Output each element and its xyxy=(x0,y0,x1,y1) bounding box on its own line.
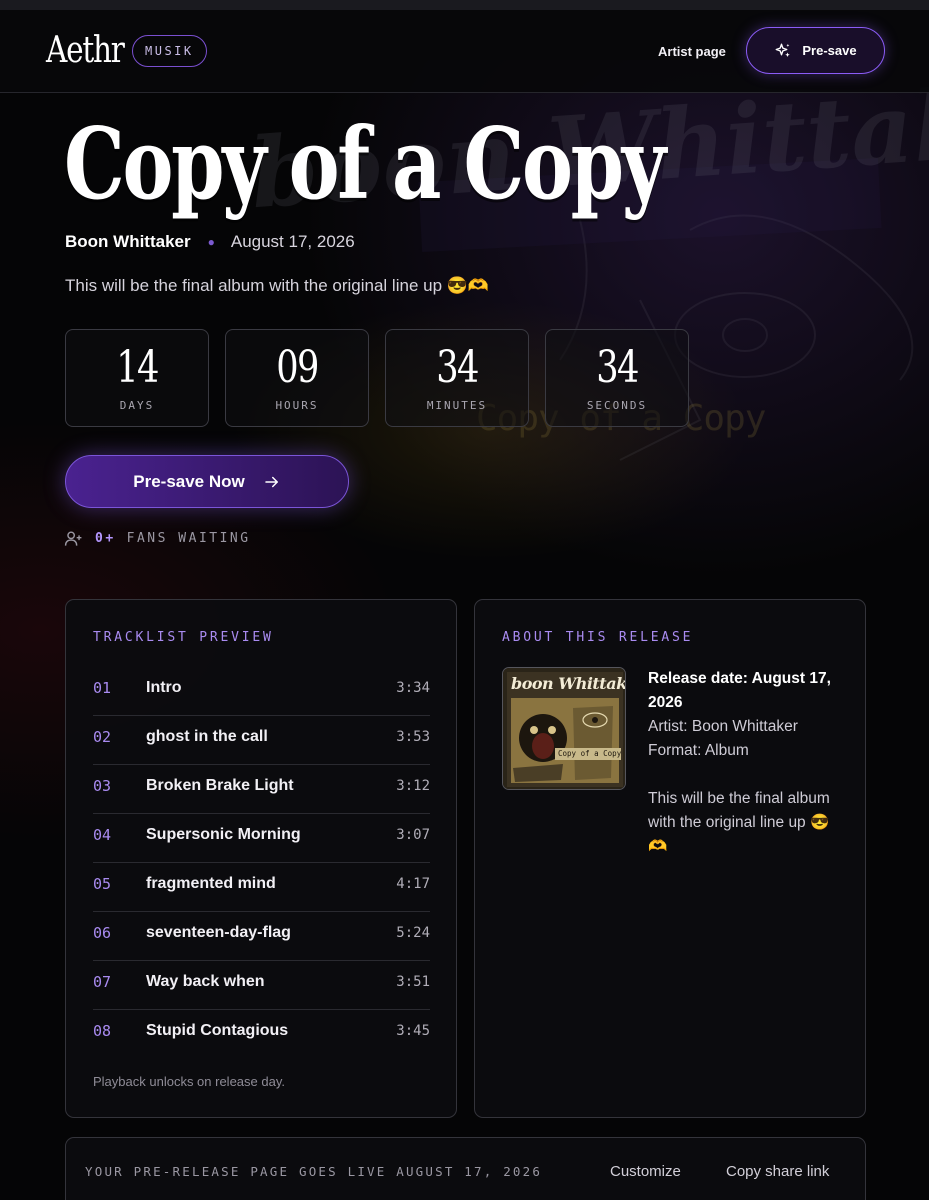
track-name: Intro xyxy=(146,679,182,696)
customize-link[interactable]: Customize xyxy=(610,1163,681,1180)
track-number: 07 xyxy=(93,973,112,991)
track-name: fragmented mind xyxy=(146,875,276,892)
track-name: Way back when xyxy=(146,973,265,990)
track-duration: 5:24 xyxy=(396,925,430,941)
musik-badge: MUSIK xyxy=(132,35,207,67)
countdown-minutes-value: 34 xyxy=(436,342,479,393)
countdown-hours-unit: HOURS xyxy=(275,399,319,412)
track-number: 08 xyxy=(93,1022,112,1040)
countdown-seconds-unit: SECONDS xyxy=(586,399,648,412)
track-row: 05 fragmented mind 4:17 xyxy=(93,863,430,912)
top-strip xyxy=(0,0,929,10)
footer-bar: YOUR PRE-RELEASE PAGE GOES LIVE AUGUST 1… xyxy=(65,1137,866,1200)
album-cover-brand: boon Whittaker xyxy=(511,674,626,693)
presave-now-button[interactable]: Pre-save Now xyxy=(65,455,349,508)
album-cover-title: Copy of a Copy xyxy=(558,749,622,758)
header-presave-label: Pre-save xyxy=(802,43,857,58)
about-info: Release date: August 17, 2026 Artist: Bo… xyxy=(648,667,838,859)
copy-share-link[interactable]: Copy share link xyxy=(726,1163,829,1180)
track-duration: 3:51 xyxy=(396,974,430,990)
artist-name: Boon Whittaker xyxy=(65,232,191,251)
track-duration: 3:53 xyxy=(396,729,430,745)
countdown-minutes-unit: MINUTES xyxy=(426,399,488,412)
countdown-minutes: 34 MINUTES xyxy=(385,329,529,427)
track-number: 02 xyxy=(93,728,112,746)
tracklist-title: TRACKLIST PREVIEW xyxy=(93,630,274,645)
arrow-right-icon xyxy=(265,476,278,487)
countdown-seconds-value: 34 xyxy=(596,342,639,393)
about-format: Format: Album xyxy=(648,742,749,759)
release-meta: Boon Whittaker ● August 17, 2026 xyxy=(65,232,355,252)
user-plus-icon xyxy=(64,531,82,546)
presave-now-label: Pre-save Now xyxy=(133,471,245,491)
track-duration: 3:45 xyxy=(396,1023,430,1039)
fans-count: 0+ xyxy=(95,531,116,546)
release-description: This will be the final album with the or… xyxy=(65,276,490,295)
track-name: Broken Brake Light xyxy=(146,777,294,794)
track-number: 01 xyxy=(93,679,112,697)
header-presave-button[interactable]: Pre-save xyxy=(746,27,885,74)
track-name: Supersonic Morning xyxy=(146,826,301,843)
about-spacer xyxy=(648,763,838,787)
countdown-hours-value: 09 xyxy=(276,342,319,393)
track-row: 08 Stupid Contagious 3:45 xyxy=(93,1010,430,1059)
track-row: 06 seventeen-day-flag 5:24 xyxy=(93,912,430,961)
about-release-date: Release date: August 17, 2026 xyxy=(648,670,831,711)
track-duration: 3:07 xyxy=(396,827,430,843)
about-artist: Artist: Boon Whittaker xyxy=(648,718,798,735)
track-row: 07 Way back when 3:51 xyxy=(93,961,430,1010)
playback-unlock-note: Playback unlocks on release day. xyxy=(93,1074,285,1089)
separator-dot: ● xyxy=(207,235,215,249)
track-row: 04 Supersonic Morning 3:07 xyxy=(93,814,430,863)
track-number: 05 xyxy=(93,875,112,893)
artist-page-link[interactable]: Artist page xyxy=(658,44,726,59)
fans-label: FANS WAITING xyxy=(126,531,251,546)
track-name: Stupid Contagious xyxy=(146,1022,289,1039)
goes-live-text: YOUR PRE-RELEASE PAGE GOES LIVE AUGUST 1… xyxy=(85,1164,543,1179)
track-duration: 3:34 xyxy=(396,680,430,696)
tracklist-card: TRACKLIST PREVIEW 01 Intro 3:34 02 ghost… xyxy=(65,599,457,1118)
track-number: 04 xyxy=(93,826,112,844)
countdown-hours: 09 HOURS xyxy=(225,329,369,427)
track-duration: 4:17 xyxy=(396,876,430,892)
sparkle-icon xyxy=(775,43,791,57)
track-row: 02 ghost in the call 3:53 xyxy=(93,716,430,765)
track-duration: 3:12 xyxy=(396,778,430,794)
countdown-days-value: 14 xyxy=(116,342,159,393)
countdown-seconds: 34 SECONDS xyxy=(545,329,689,427)
release-date: August 17, 2026 xyxy=(230,232,355,251)
site-header: Aethr MUSIK Artist page Pre-save xyxy=(0,10,929,93)
about-title: ABOUT THIS RELEASE xyxy=(502,630,694,645)
album-cover: boon Whittaker Copy of a Copy xyxy=(502,667,626,790)
track-name: seventeen-day-flag xyxy=(146,924,291,941)
track-number: 06 xyxy=(93,924,112,942)
fans-waiting: 0+ FANS WAITING xyxy=(64,529,251,548)
track-row: 01 Intro 3:34 xyxy=(93,667,430,716)
about-card: ABOUT THIS RELEASE boon Whittaker Copy o… xyxy=(474,599,866,1118)
countdown-days-unit: DAYS xyxy=(119,399,155,412)
release-title: Copy of a Copy xyxy=(64,107,666,222)
countdown-days: 14 DAYS xyxy=(65,329,209,427)
track-name: ghost in the call xyxy=(146,728,268,745)
about-description: This will be the final album with the or… xyxy=(648,790,830,855)
logo[interactable]: Aethr xyxy=(46,30,125,71)
track-row: 03 Broken Brake Light 3:12 xyxy=(93,765,430,814)
track-number: 03 xyxy=(93,777,112,795)
